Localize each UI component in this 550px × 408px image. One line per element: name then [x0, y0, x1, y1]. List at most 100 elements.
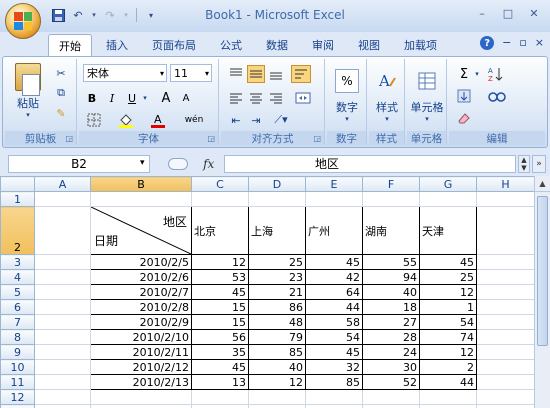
workbook-minimize-button[interactable]: −: [502, 36, 511, 50]
select-all-corner[interactable]: [0, 176, 35, 192]
cell[interactable]: [90, 191, 192, 207]
value-cell[interactable]: 79: [248, 329, 306, 345]
value-cell[interactable]: 12: [419, 284, 477, 300]
workbook-restore-button[interactable]: ▫: [519, 36, 526, 50]
tab-data[interactable]: 数据: [256, 34, 298, 56]
maximize-window-button[interactable]: □: [496, 4, 520, 22]
sort-filter-icon[interactable]: AZ: [485, 65, 509, 83]
row-header[interactable]: 8: [0, 329, 35, 345]
align-left-icon[interactable]: [227, 89, 245, 107]
value-cell[interactable]: 85: [305, 374, 363, 390]
cells-button[interactable]: 单元格 ▾: [409, 63, 445, 129]
value-cell[interactable]: 74: [419, 329, 477, 345]
value-cell[interactable]: 12: [419, 344, 477, 360]
cell[interactable]: [476, 329, 535, 345]
value-cell[interactable]: 42: [305, 269, 363, 285]
shrink-font-button[interactable]: A: [177, 89, 195, 107]
row-header[interactable]: 10: [0, 359, 35, 375]
cell[interactable]: [476, 191, 535, 207]
clear-icon[interactable]: [453, 109, 475, 127]
diagonal-header-cell[interactable]: 地区 日期: [90, 206, 192, 255]
value-cell[interactable]: 56: [191, 329, 249, 345]
formula-splitter-handle[interactable]: [167, 158, 188, 170]
cell[interactable]: [476, 359, 535, 375]
value-cell[interactable]: 48: [248, 314, 306, 330]
date-cell[interactable]: 2010/2/12: [90, 359, 192, 375]
row-header[interactable]: 2: [0, 206, 35, 255]
formula-scroll-icon[interactable]: ▲ ▼: [518, 155, 530, 173]
office-button[interactable]: [5, 3, 41, 39]
date-cell[interactable]: 2010/2/11: [90, 344, 192, 360]
cell[interactable]: [34, 344, 91, 360]
cell[interactable]: [34, 254, 91, 270]
row-header[interactable]: 6: [0, 299, 35, 315]
value-cell[interactable]: 53: [191, 269, 249, 285]
value-cell[interactable]: 44: [305, 299, 363, 315]
decrease-indent-icon[interactable]: ⇤: [227, 111, 245, 129]
cell[interactable]: [476, 374, 535, 390]
value-cell[interactable]: 13: [191, 374, 249, 390]
autosum-button[interactable]: Σ: [453, 65, 475, 83]
cell[interactable]: [305, 404, 363, 408]
cell[interactable]: [34, 314, 91, 330]
row-header[interactable]: 5: [0, 284, 35, 300]
cell[interactable]: [191, 389, 249, 405]
value-cell[interactable]: 35: [191, 344, 249, 360]
number-format-button[interactable]: % 数字 ▾: [331, 63, 363, 129]
value-cell[interactable]: 45: [191, 359, 249, 375]
date-cell[interactable]: 2010/2/13: [90, 374, 192, 390]
value-cell[interactable]: 45: [305, 344, 363, 360]
row-header[interactable]: 13: [0, 404, 35, 408]
value-cell[interactable]: 25: [419, 269, 477, 285]
cell[interactable]: [90, 389, 192, 405]
value-cell[interactable]: 40: [248, 359, 306, 375]
worksheet-grid[interactable]: A B C D E F G H 1 2 地区 日期 北京 上海 广州 湖南 天津…: [0, 176, 550, 408]
row-header[interactable]: 7: [0, 314, 35, 330]
scroll-up-icon[interactable]: ▲: [535, 176, 550, 192]
cell[interactable]: [305, 191, 363, 207]
cell[interactable]: [34, 299, 91, 315]
underline-dropdown-icon[interactable]: ▾: [141, 89, 149, 107]
region-header-cell[interactable]: 上海: [248, 206, 306, 255]
value-cell[interactable]: 15: [191, 299, 249, 315]
cell[interactable]: [419, 389, 477, 405]
value-cell[interactable]: 25: [248, 254, 306, 270]
cell[interactable]: [248, 191, 306, 207]
column-header-b[interactable]: B: [90, 176, 192, 192]
cell[interactable]: [362, 404, 420, 408]
cell[interactable]: [248, 389, 306, 405]
column-header-e[interactable]: E: [305, 176, 363, 192]
value-cell[interactable]: 2: [419, 359, 477, 375]
date-cell[interactable]: 2010/2/10: [90, 329, 192, 345]
fill-color-icon[interactable]: [115, 111, 137, 129]
scrollbar-thumb[interactable]: [537, 196, 548, 346]
cell[interactable]: [34, 329, 91, 345]
value-cell[interactable]: 55: [362, 254, 420, 270]
cell[interactable]: [34, 359, 91, 375]
cell[interactable]: [191, 404, 249, 408]
region-header-cell[interactable]: 湖南: [362, 206, 420, 255]
value-cell[interactable]: 28: [362, 329, 420, 345]
value-cell[interactable]: 85: [248, 344, 306, 360]
value-cell[interactable]: 30: [362, 359, 420, 375]
expand-formula-bar-icon[interactable]: »: [532, 155, 546, 173]
value-cell[interactable]: 23: [248, 269, 306, 285]
cell[interactable]: [34, 191, 91, 207]
align-bottom-icon[interactable]: [267, 65, 285, 83]
bold-button[interactable]: B: [83, 89, 101, 107]
cell[interactable]: [34, 404, 91, 408]
fill-icon[interactable]: [453, 87, 475, 105]
tab-page-layout[interactable]: 页面布局: [142, 34, 206, 56]
tab-add-ins[interactable]: 加载项: [394, 34, 447, 56]
clipboard-launcher-icon[interactable]: ◲: [65, 134, 73, 143]
cell[interactable]: [34, 374, 91, 390]
cell[interactable]: [362, 389, 420, 405]
value-cell[interactable]: 18: [362, 299, 420, 315]
borders-icon[interactable]: [83, 111, 105, 129]
date-cell[interactable]: 2010/2/8: [90, 299, 192, 315]
format-painter-icon[interactable]: ✎: [53, 105, 69, 121]
paste-button[interactable]: 粘贴 ▾: [11, 63, 45, 119]
value-cell[interactable]: 12: [191, 254, 249, 270]
value-cell[interactable]: 64: [305, 284, 363, 300]
font-name-select[interactable]: 宋体 ▾: [83, 64, 167, 82]
